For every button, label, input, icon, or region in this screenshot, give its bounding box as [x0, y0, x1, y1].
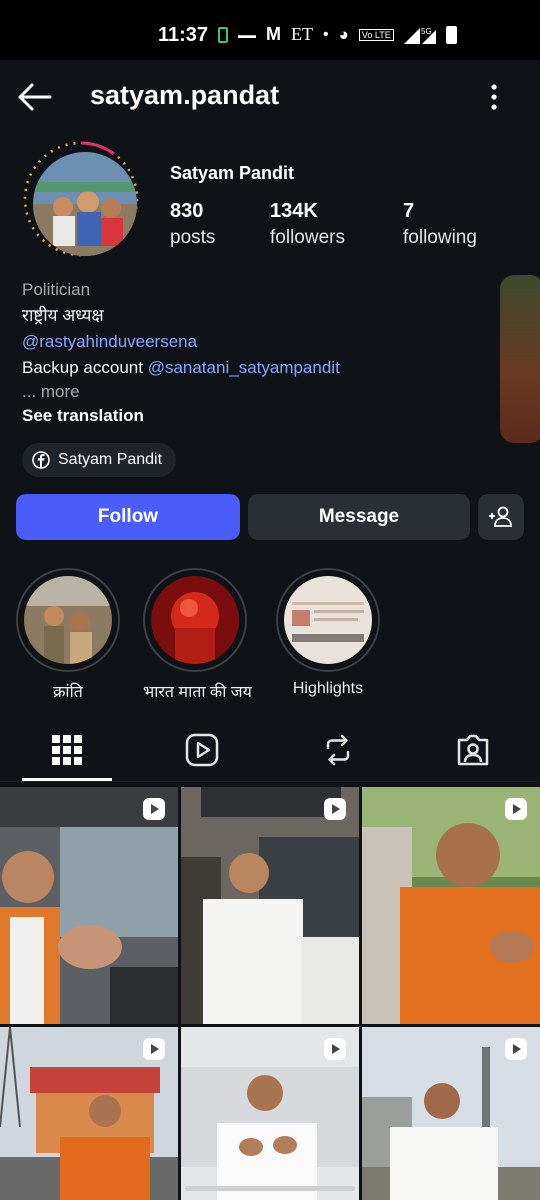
top-bar: satyam.pandat [0, 60, 540, 132]
highlight-label: क्रांति [53, 684, 83, 701]
highlight-ring [276, 568, 380, 672]
avatar-photo [33, 152, 137, 256]
followers-count: 134K [270, 200, 318, 222]
active-tab-indicator [22, 778, 112, 781]
following-count: 7 [403, 200, 415, 222]
facebook-icon [32, 451, 50, 469]
following-stat[interactable]: 7 following [403, 200, 477, 249]
reel-icon [505, 798, 527, 820]
highlight-label: भारत माता की जय [143, 684, 252, 701]
highlight-item[interactable]: Highlights [276, 568, 380, 698]
grid-post[interactable] [362, 787, 540, 1024]
svg-text:5G: 5G [421, 27, 432, 36]
back-arrow-icon[interactable] [16, 82, 52, 112]
follow-button[interactable]: Follow [16, 494, 240, 540]
facebook-link-chip[interactable]: Satyam Pandit [22, 443, 177, 477]
grid-post[interactable] [0, 787, 178, 1024]
reel-icon [143, 1038, 165, 1060]
grid-tab-icon[interactable] [49, 732, 85, 768]
vpn-icon: ◕ [338, 24, 349, 44]
volte-icon: Vo LTE [358, 28, 394, 41]
highlight-ring [16, 568, 120, 672]
side-preview-card[interactable] [500, 275, 540, 443]
posts-stat[interactable]: 830 posts [170, 200, 215, 249]
signal-5g-icon: 5G [403, 27, 436, 44]
posts-grid [0, 787, 540, 1200]
bio-link-mention[interactable]: @rastyahinduveersena [22, 329, 492, 355]
grid-post[interactable] [0, 1027, 178, 1200]
status-bar: 11:37 ▬▬ M ET • ◕ Vo LTE 5G [0, 0, 540, 64]
followers-stat[interactable]: 134K followers [270, 200, 345, 249]
bio-backup-line: Backup account @sanatani_satyampandit [22, 355, 492, 381]
grid-post[interactable] [181, 1027, 359, 1200]
highlight-item[interactable]: क्रांति [16, 568, 120, 702]
highlight-cover [151, 576, 239, 664]
bio-line-title: राष्ट्रीय अध्यक्ष [22, 306, 104, 325]
grid-post[interactable] [362, 1027, 540, 1200]
jio-icon: ▬▬ [238, 29, 256, 40]
more-options-icon[interactable] [484, 82, 504, 112]
add-user-icon [489, 506, 512, 527]
followers-label: followers [270, 227, 345, 248]
bio-backup-mention[interactable]: @sanatani_satyampandit [148, 358, 340, 377]
status-time: 11:37 [158, 24, 209, 46]
reel-icon [324, 1038, 346, 1060]
et-icon: ET [291, 24, 313, 44]
battery-icon [445, 25, 457, 44]
reel-icon [324, 798, 346, 820]
highlight-item[interactable]: भारत माता की जय [143, 568, 252, 702]
reel-icon [143, 798, 165, 820]
message-button[interactable]: Message [248, 494, 470, 540]
highlight-cover [284, 576, 372, 664]
following-label: following [403, 227, 477, 248]
profile-bio: Politician राष्ट्रीय अध्यक्ष @rastyahind… [22, 277, 492, 429]
bio-more-link[interactable]: ... more [22, 381, 492, 403]
highlight-cover [24, 576, 112, 664]
posts-count: 830 [170, 200, 204, 222]
suggest-users-button[interactable] [478, 494, 524, 540]
reposts-tab-icon[interactable] [320, 732, 356, 768]
dot-icon: • [323, 25, 329, 43]
highlight-label: Highlights [292, 680, 364, 697]
profile-screen: satyam.pandat Satyam Pandit 830 posts 13… [0, 60, 540, 1200]
bio-category: Politician [22, 280, 91, 299]
profile-avatar[interactable] [33, 152, 137, 256]
profile-full-name: Satyam Pandit [170, 163, 295, 183]
status-icons: ▬▬ M ET • ◕ Vo LTE 5G [218, 24, 457, 45]
highlight-ring [143, 568, 247, 672]
reels-tab-icon[interactable] [184, 732, 220, 768]
profile-tabs [0, 720, 540, 782]
battery-saver-icon [218, 26, 228, 43]
reel-icon [505, 1038, 527, 1060]
profile-username: satyam.pandat [90, 80, 280, 110]
m-icon: M [266, 24, 281, 44]
see-translation-link[interactable]: See translation [22, 403, 492, 429]
facebook-chip-label: Satyam Pandit [58, 451, 163, 468]
grid-post[interactable] [181, 787, 359, 1024]
tagged-tab-icon[interactable] [455, 732, 491, 768]
posts-label: posts [170, 227, 216, 248]
home-indicator[interactable] [185, 1186, 355, 1191]
bio-backup-prefix: Backup account [22, 358, 148, 377]
